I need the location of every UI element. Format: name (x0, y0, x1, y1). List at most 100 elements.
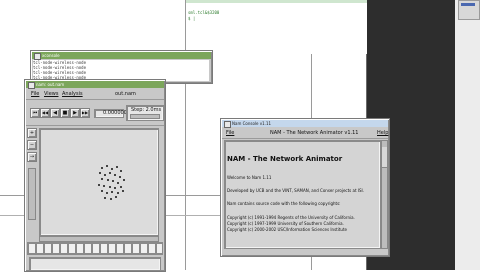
about-paragraph: Nam contains source code with the follow… (227, 201, 341, 206)
network-node (109, 186, 111, 188)
timeline-key (100, 243, 108, 254)
terminal-line: $ | (188, 16, 196, 21)
window-menu-icon[interactable] (224, 121, 231, 128)
window-menu-icon[interactable] (28, 82, 35, 89)
console-menu-help[interactable]: Help (377, 130, 388, 136)
step-label: Step: 2.0ms (131, 107, 162, 113)
about-paragraph: Developed by UCB and the VINT, SAMAN, an… (227, 188, 364, 193)
zoom-out-button[interactable]: − (27, 140, 37, 150)
transport-bar: ⏮ ◀◀ ◀ ■ ▶ ▶▶ 0.000000 Step: 2.0ms (26, 101, 164, 126)
network-node (110, 198, 112, 200)
network-node (117, 192, 119, 194)
terminal-line: sml.tcl&$3200 (188, 10, 220, 15)
network-node (117, 182, 119, 184)
zoom-in-button[interactable]: + (27, 128, 37, 138)
network-node (98, 184, 100, 186)
animation-canvas[interactable] (39, 128, 159, 236)
console-menu-file[interactable]: File (226, 130, 234, 136)
console-menubar: File NAM - The Network Animator v1.11 He… (222, 128, 388, 139)
menu-views[interactable]: Views (44, 91, 58, 97)
network-node (104, 197, 106, 199)
timeline-key (60, 243, 68, 254)
fast-forward-button[interactable]: ▶▶ (80, 108, 90, 118)
terminal-window[interactable]: sml.tcl&$3200 $ | (185, 0, 368, 54)
menu-file[interactable]: File (31, 91, 39, 97)
network-node (120, 170, 122, 172)
timeline-key (156, 243, 162, 254)
vertical-zoom-slider[interactable] (28, 168, 36, 220)
fast-rewind-button[interactable]: ◀◀ (40, 108, 50, 118)
network-node (120, 186, 122, 188)
timeline-key (68, 243, 76, 254)
about-scrollbar[interactable] (381, 140, 388, 249)
xconsole-title: xconsole (42, 53, 60, 58)
nam-console-window[interactable]: Nam Console v1.11 File NAM - The Network… (220, 118, 390, 257)
copyright-line: Copyright (c) 1997-1999 University of So… (227, 221, 344, 226)
link-timeline[interactable] (27, 242, 163, 255)
terminal-titlebar[interactable] (186, 0, 368, 3)
annotation-panel (29, 257, 161, 271)
network-node (115, 196, 117, 198)
timeline-key (92, 243, 100, 254)
right-margin-panel (455, 0, 480, 270)
scrollbar-thumb[interactable] (382, 147, 387, 168)
play-backward-button[interactable]: ◀ (50, 108, 60, 118)
timeline-key (36, 243, 44, 254)
network-node (111, 191, 113, 193)
corner-indicator (461, 3, 475, 6)
node-cluster (98, 165, 126, 201)
stop-button[interactable]: ■ (60, 108, 70, 118)
nam-main-window[interactable]: nam: out.nam File Views Analysis out.nam… (24, 79, 166, 272)
timeline-key (28, 243, 36, 254)
tool-column: + − → (27, 128, 37, 220)
step-slider[interactable] (130, 114, 160, 119)
about-paragraph: Welcome to Nam 1.11 (227, 175, 272, 180)
about-text-area: NAM - The Network Animator Welcome to Na… (224, 140, 381, 249)
time-display: 0.000000 (94, 109, 127, 118)
timeline-key (84, 243, 92, 254)
network-node (114, 174, 116, 176)
nam-filename: out.nam (115, 91, 136, 97)
timeline-key (44, 243, 52, 254)
network-node (99, 172, 101, 174)
network-node (123, 179, 125, 181)
network-node (103, 185, 105, 187)
network-node (101, 190, 103, 192)
nam-title: nam: out.nam (36, 82, 65, 87)
console-titlebar[interactable]: Nam Console v1.11 (222, 120, 388, 128)
copyright-line: Copyright (c) 1991-1994 Regents of the U… (227, 215, 355, 220)
timeline-key (124, 243, 132, 254)
nam-menubar: File Views Analysis out.nam (26, 89, 164, 100)
xconsole-titlebar[interactable]: xconsole (32, 52, 211, 60)
console-title: Nam Console v1.11 (232, 121, 272, 126)
network-node (101, 167, 103, 169)
menu-analysis[interactable]: Analysis (62, 91, 83, 97)
console-inner-title: NAM - The Network Animator v1.11 (270, 130, 359, 136)
edit-arrow-button[interactable]: → (27, 152, 37, 162)
network-node (101, 178, 103, 180)
network-node (114, 187, 116, 189)
timeline-key (140, 243, 148, 254)
timeline-key (108, 243, 116, 254)
window-menu-icon[interactable] (34, 53, 41, 60)
timeline-key (52, 243, 60, 254)
timeline-key (132, 243, 140, 254)
time-value: 0.000000 (103, 110, 127, 116)
network-node (112, 180, 114, 182)
step-control[interactable]: Step: 2.0ms (126, 105, 164, 121)
nam-titlebar[interactable]: nam: out.nam (26, 81, 164, 89)
rewind-start-button[interactable]: ⏮ (30, 108, 40, 118)
network-node (111, 168, 113, 170)
timeline-key (148, 243, 156, 254)
network-node (122, 190, 124, 192)
network-node (119, 176, 121, 178)
timeline-key (116, 243, 124, 254)
about-heading: NAM - The Network Animator (227, 155, 343, 163)
network-node (106, 165, 108, 167)
corner-widget[interactable] (458, 0, 480, 20)
console-footer (222, 249, 388, 255)
play-forward-button[interactable]: ▶ (70, 108, 80, 118)
xconsole-log: tcl-node-wireless-node tcl-node-wireless… (33, 60, 209, 81)
network-node (116, 166, 118, 168)
network-node (107, 179, 109, 181)
